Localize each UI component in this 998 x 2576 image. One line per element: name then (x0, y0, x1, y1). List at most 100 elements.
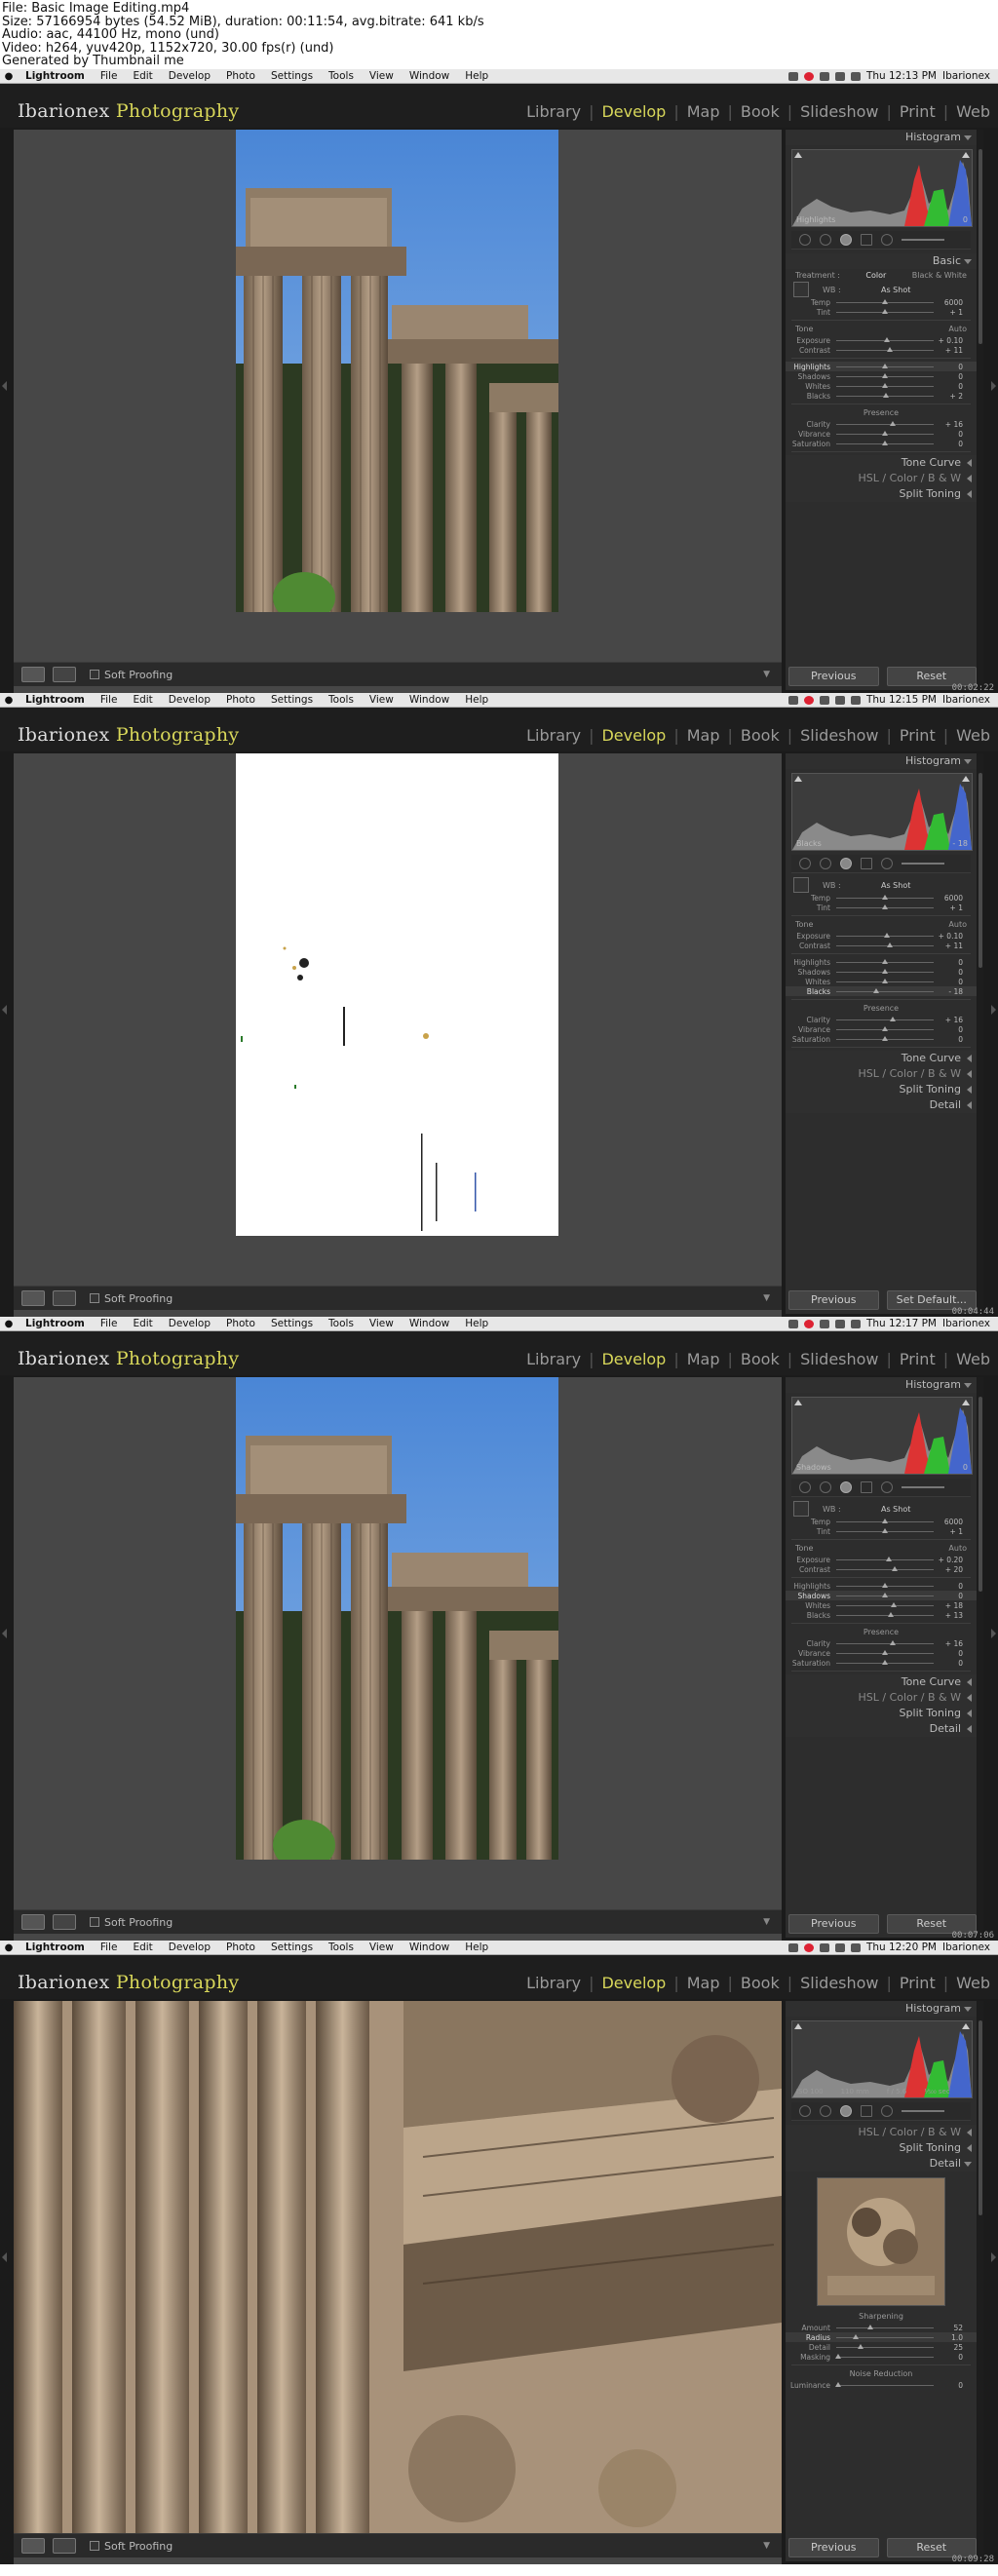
shadows-slider[interactable]: Shadows 0 (786, 967, 977, 977)
wb-eyedropper-icon[interactable] (793, 1501, 809, 1517)
brush-size-slider[interactable] (902, 1486, 944, 1488)
module-web[interactable]: Web (956, 726, 990, 745)
scroll-thumb[interactable] (979, 1397, 982, 1592)
red-eye-icon[interactable] (840, 234, 852, 246)
brush-size-slider[interactable] (902, 239, 944, 241)
whites-slider-track[interactable] (836, 978, 934, 983)
whites-slider[interactable]: Whites + 18 (786, 1600, 977, 1610)
menu-help[interactable]: Help (457, 1942, 496, 1953)
whites-slider-knob[interactable] (882, 978, 888, 983)
contrast-slider-knob[interactable] (892, 1565, 898, 1571)
module-slideshow[interactable]: Slideshow (800, 1974, 878, 1992)
tone-auto-button[interactable]: Auto (948, 1544, 967, 1553)
sync-icon[interactable] (819, 1319, 829, 1328)
clarity-slider-track[interactable] (836, 420, 934, 426)
tint-slider[interactable]: Tint + 1 (786, 1526, 977, 1536)
basic-panel-header[interactable]: Basic (786, 253, 977, 269)
soft-proofing-checkbox[interactable] (90, 1917, 99, 1927)
red-eye-icon[interactable] (840, 1481, 852, 1493)
menu-develop[interactable]: Develop (161, 1318, 218, 1329)
detail-preview-thumb[interactable] (817, 2177, 945, 2306)
before-after-button[interactable] (53, 1914, 76, 1930)
detail-slider[interactable]: Detail 25 (786, 2342, 977, 2352)
menu-edit[interactable]: Edit (125, 70, 160, 82)
status-icon[interactable] (787, 1942, 798, 1952)
split-toning-header[interactable]: Split Toning (786, 1706, 977, 1721)
menu-develop[interactable]: Develop (161, 694, 218, 706)
adjustment-brush-icon[interactable] (881, 234, 893, 246)
toolbar-menu-icon[interactable]: ▼ (763, 1293, 770, 1303)
contrast-slider[interactable]: Contrast + 20 (786, 1564, 977, 1574)
menu-help[interactable]: Help (457, 694, 496, 706)
module-print[interactable]: Print (900, 726, 936, 745)
clarity-slider-knob[interactable] (890, 1016, 896, 1021)
module-develop[interactable]: Develop (601, 726, 666, 745)
shadows-slider[interactable]: Shadows 0 (786, 1591, 977, 1600)
module-web[interactable]: Web (956, 102, 990, 121)
whites-slider-knob[interactable] (891, 1601, 897, 1607)
shadows-slider-knob[interactable] (882, 1592, 888, 1597)
clarity-slider[interactable]: Clarity + 16 (786, 419, 977, 429)
module-web[interactable]: Web (956, 1974, 990, 1992)
menu-photo[interactable]: Photo (218, 70, 263, 82)
masking-slider-knob[interactable] (835, 2353, 841, 2359)
right-panel-toggle-icon[interactable] (991, 381, 996, 391)
blacks-slider-track[interactable] (836, 1611, 934, 1617)
wb-preset[interactable]: As Shot (881, 1505, 910, 1514)
histogram-header[interactable]: Histogram (786, 2001, 977, 2017)
crop-tool-icon[interactable] (799, 858, 811, 869)
tone-curve-header[interactable]: Tone Curve (786, 1051, 977, 1066)
exposure-slider[interactable]: Exposure + 0.10 (786, 335, 977, 345)
soft-proofing-checkbox[interactable] (90, 670, 99, 679)
split-toning-header[interactable]: Split Toning (786, 1082, 977, 1097)
wb-preset[interactable]: As Shot (881, 881, 910, 890)
menu-window[interactable]: Window (402, 70, 457, 82)
blacks-slider-knob[interactable] (888, 1611, 894, 1617)
module-slideshow[interactable]: Slideshow (800, 102, 878, 121)
menu-help[interactable]: Help (457, 1318, 496, 1329)
brush-size-slider[interactable] (902, 2110, 944, 2112)
highlights-slider-knob[interactable] (882, 958, 888, 964)
soft-proofing-checkbox[interactable] (90, 2541, 99, 2551)
adobe-icon[interactable] (803, 1942, 814, 1952)
luminance-slider-track[interactable] (835, 2381, 934, 2387)
saturation-slider-track[interactable] (836, 1035, 934, 1041)
temp-slider-knob[interactable] (882, 1518, 888, 1523)
clarity-slider-track[interactable] (836, 1016, 934, 1021)
menu-photo[interactable]: Photo (218, 1942, 263, 1953)
vibrance-slider[interactable]: Vibrance 0 (786, 429, 977, 439)
menu-develop[interactable]: Develop (161, 1942, 218, 1953)
adjustment-brush-icon[interactable] (881, 858, 893, 869)
contrast-slider[interactable]: Contrast + 11 (786, 345, 977, 355)
soft-proofing-checkbox[interactable] (90, 1293, 99, 1303)
menu-lightroom[interactable]: Lightroom (18, 70, 93, 82)
menu-window[interactable]: Window (402, 694, 457, 706)
highlights-slider-knob[interactable] (882, 363, 888, 368)
highlights-slider[interactable]: Highlights 0 (786, 362, 977, 371)
shadow-clipping-icon[interactable] (794, 1400, 802, 1405)
menu-settings[interactable]: Settings (263, 694, 321, 706)
crop-tool-icon[interactable] (799, 234, 811, 246)
scroll-thumb[interactable] (979, 149, 982, 344)
menu-view[interactable]: View (362, 70, 402, 82)
temp-slider[interactable]: Temp 6000 (786, 297, 977, 307)
shadow-clipping-icon[interactable] (794, 2023, 802, 2029)
tint-slider[interactable]: Tint + 1 (786, 307, 977, 317)
highlights-slider-track[interactable] (836, 363, 934, 368)
highlight-clipping-icon[interactable] (962, 1400, 970, 1405)
menubar-user[interactable]: Ibarionex (942, 70, 990, 82)
right-panel-scrollbar[interactable] (978, 130, 983, 690)
menu-tools[interactable]: Tools (321, 1942, 362, 1953)
blacks-slider[interactable]: Blacks + 2 (786, 391, 977, 401)
module-map[interactable]: Map (687, 726, 720, 745)
left-panel-toggle-icon[interactable] (2, 1005, 7, 1015)
module-book[interactable]: Book (741, 726, 780, 745)
clarity-slider-track[interactable] (836, 1639, 934, 1645)
exposure-slider-knob[interactable] (886, 1556, 892, 1561)
blacks-slider-knob[interactable] (873, 987, 879, 993)
module-library[interactable]: Library (526, 1974, 581, 1992)
hsl-header[interactable]: HSL / Color / B & W (786, 471, 977, 486)
vibrance-slider[interactable]: Vibrance 0 (786, 1648, 977, 1658)
menu-settings[interactable]: Settings (263, 1318, 321, 1329)
module-slideshow[interactable]: Slideshow (800, 726, 878, 745)
